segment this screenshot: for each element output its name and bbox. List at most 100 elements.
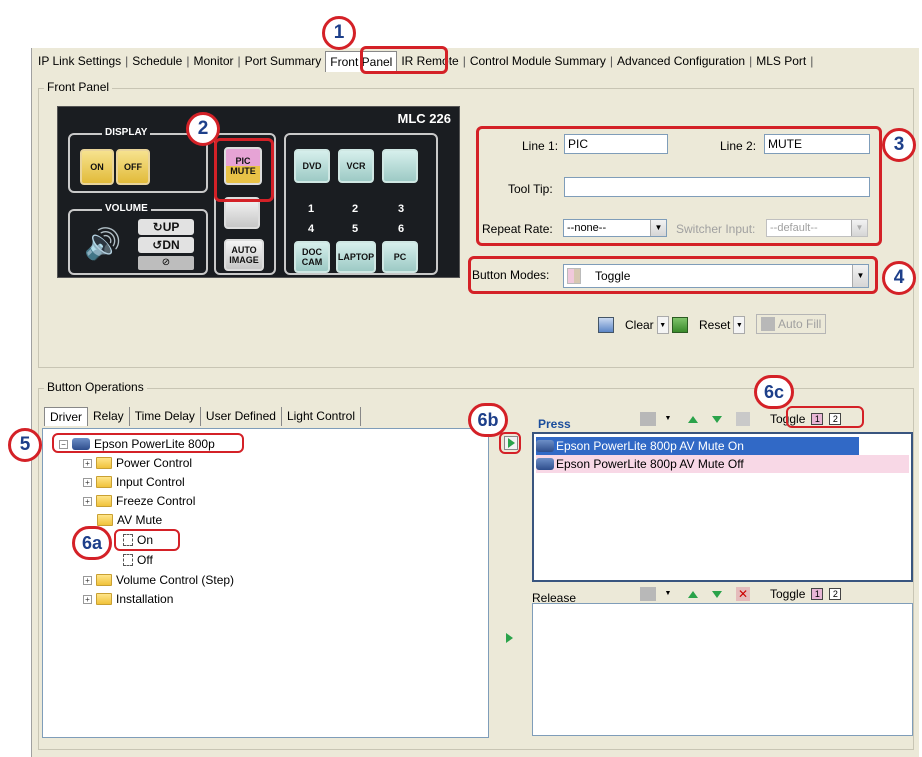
pc-button[interactable]: PC (382, 241, 418, 273)
press-item[interactable]: Epson PowerLite 800p AV Mute On (536, 437, 859, 455)
chevron-down-icon[interactable]: ▼ (656, 316, 669, 334)
tree-item[interactable]: AV Mute (97, 513, 162, 527)
dvd-button[interactable]: DVD (294, 149, 330, 183)
callout-1: 1 (322, 16, 356, 50)
tree-item[interactable]: + Input Control (83, 475, 185, 489)
tree-item[interactable]: + Installation (83, 592, 173, 606)
display-on-button[interactable]: ON (80, 149, 114, 185)
callout-box-button-modes (468, 256, 878, 294)
number-1: 1 (308, 203, 315, 215)
press-item-label: Epson PowerLite 800p AV Mute Off (556, 457, 744, 471)
subtab-user-defined[interactable]: User Defined (201, 407, 282, 426)
volume-down-button[interactable]: ↺DN (138, 237, 194, 253)
doc-cam-button[interactable]: DOC CAM (294, 241, 330, 273)
expand-icon[interactable]: + (83, 477, 92, 487)
delete-icon[interactable]: ✕ (736, 587, 750, 601)
add-to-release-button[interactable] (506, 632, 513, 646)
image-label: IMAGE (229, 255, 259, 265)
tree-item[interactable]: + Volume Control (Step) (83, 573, 234, 587)
tab-mls-port[interactable]: MLS Port (752, 51, 810, 71)
callout-box-front-panel-tab (360, 46, 448, 74)
clear-button[interactable]: Clear ▼ (598, 316, 669, 334)
folder-icon (96, 476, 112, 488)
reset-icon (672, 317, 688, 333)
move-down-icon[interactable] (712, 415, 722, 423)
callout-box-line-fields (476, 126, 882, 246)
expand-icon[interactable]: + (83, 458, 92, 468)
tab-advanced-configuration[interactable]: Advanced Configuration (613, 51, 749, 71)
tree-item[interactable]: + Freeze Control (83, 494, 195, 508)
clear-icon (598, 317, 614, 333)
expand-icon[interactable]: + (83, 594, 92, 604)
tab-port-summary[interactable]: Port Summary (241, 51, 326, 71)
auto-fill-button[interactable]: Auto Fill (756, 314, 827, 334)
tree-item-label: Freeze Control (116, 494, 196, 508)
release-list[interactable] (532, 603, 913, 736)
projector-icon (536, 440, 554, 452)
chevron-down-icon[interactable]: ▼ (662, 585, 674, 603)
subtab-relay[interactable]: Relay (88, 407, 130, 426)
tab-ip-link-settings[interactable]: IP Link Settings (34, 51, 125, 71)
release-page-2[interactable]: 2 (829, 588, 842, 600)
tree-item-label: Installation (116, 592, 174, 606)
move-up-icon[interactable] (688, 590, 698, 598)
subtab-driver[interactable]: Driver (44, 407, 88, 426)
model-label: MLC 226 (397, 111, 451, 126)
number-2: 2 (352, 203, 359, 215)
folder-icon (96, 574, 112, 586)
folder-icon (96, 495, 112, 507)
input3-button[interactable] (382, 149, 418, 183)
expand-icon[interactable]: + (83, 496, 92, 506)
callout-6b: 6b (468, 403, 508, 437)
move-up-icon[interactable] (688, 415, 698, 423)
callout-2: 2 (186, 112, 220, 146)
auto-label: AUTO (231, 245, 257, 255)
number-5: 5 (352, 223, 359, 235)
tab-control-module-summary[interactable]: Control Module Summary (466, 51, 610, 71)
edit-icon[interactable] (640, 412, 656, 426)
tab-monitor[interactable]: Monitor (189, 51, 237, 71)
cam-label: CAM (301, 257, 323, 267)
callout-5: 5 (8, 428, 42, 462)
folder-icon (96, 457, 112, 469)
release-page-1[interactable]: 1 (811, 588, 824, 600)
tree-item-off[interactable]: Off (123, 553, 153, 567)
edit-icon[interactable] (640, 587, 656, 601)
laptop-button[interactable]: LAPTOP (336, 241, 376, 273)
clear-label: Clear (625, 318, 654, 332)
projector-icon (536, 458, 554, 470)
chevron-down-icon[interactable]: ▼ (733, 316, 746, 334)
callout-4: 4 (882, 261, 916, 295)
tree-item-label: Off (137, 553, 153, 567)
chevron-down-icon[interactable]: ▼ (662, 410, 674, 428)
callout-box-pic-mute (214, 138, 274, 202)
auto-image-button[interactable]: AUTO IMAGE (224, 239, 264, 271)
vcr-button[interactable]: VCR (338, 149, 374, 183)
callout-box-toggle (786, 406, 864, 428)
callout-box-press-arrow (499, 432, 521, 454)
front-panel-legend: Front Panel (44, 80, 113, 94)
move-down-icon[interactable] (712, 590, 722, 598)
tree-item-label: Volume Control (Step) (116, 573, 235, 587)
doc-label: DOC (302, 247, 322, 257)
tab-schedule[interactable]: Schedule (128, 51, 186, 71)
subtab-time-delay[interactable]: Time Delay (130, 407, 201, 426)
callout-box-on-item (114, 529, 180, 551)
arrow-right-icon (506, 633, 513, 643)
volume-mute-button[interactable]: ⊘ (138, 256, 194, 270)
speaker-icon: 🔊 (84, 228, 122, 261)
display-off-button[interactable]: OFF (116, 149, 150, 185)
number-6: 6 (398, 223, 405, 235)
display-label: DISPLAY (102, 127, 151, 138)
delete-icon[interactable] (736, 412, 750, 426)
driver-tree[interactable]: − Epson PowerLite 800p + Power Control + In… (42, 428, 489, 738)
subtab-light-control[interactable]: Light Control (282, 407, 361, 426)
volume-down-label: DN (162, 238, 180, 252)
reset-button[interactable]: Reset ▼ (672, 316, 746, 334)
expand-icon[interactable]: + (83, 575, 92, 585)
volume-up-button[interactable]: ↻UP (138, 219, 194, 235)
press-item[interactable]: Epson PowerLite 800p AV Mute Off (536, 455, 909, 473)
tree-item[interactable]: + Power Control (83, 456, 192, 470)
release-toggle-label[interactable]: Toggle (770, 587, 805, 601)
press-list[interactable]: Epson PowerLite 800p AV Mute On Epson Po… (532, 432, 913, 582)
